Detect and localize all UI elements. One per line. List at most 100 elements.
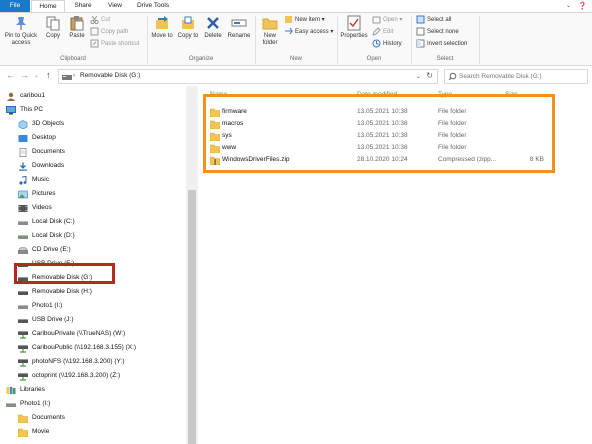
collapse-ribbon-icon[interactable]: ⌄ <box>566 2 571 9</box>
tab-drive-tools[interactable]: Drive Tools <box>131 0 175 12</box>
address-row: ← → ⌄ ↑ › Removable Disk (G:) ⌄ ↻ <box>0 66 592 86</box>
nav-scrollbar-thumb[interactable] <box>188 190 196 444</box>
ribbon-separator <box>479 16 480 64</box>
pin-to-quick-access-button[interactable]: Pin to Quick access <box>2 15 40 47</box>
easy-access-button[interactable]: Easy access ▾ <box>284 27 333 38</box>
network-drive-icon <box>18 373 28 381</box>
copy-path-icon <box>90 27 99 36</box>
drive-icon <box>18 305 28 309</box>
pin-label: Pin to Quick access <box>4 33 38 46</box>
back-arrow-icon[interactable]: ← <box>6 70 15 80</box>
select-none-icon <box>416 27 425 36</box>
open-button[interactable]: Open ▾ <box>372 15 402 26</box>
invert-selection-icon <box>416 39 425 48</box>
nav-item-label: CaribouPublic (\\192.168.3.155) (X:) <box>32 344 137 351</box>
drive-icon <box>18 221 28 225</box>
move-to-button[interactable]: Move to <box>150 15 174 40</box>
nav-item-label: Desktop <box>32 134 56 141</box>
refresh-icon[interactable]: ↻ <box>426 71 433 80</box>
properties-icon <box>347 15 361 31</box>
new-item-icon <box>285 16 292 23</box>
help-icon[interactable]: ❓ <box>578 2 587 10</box>
ribbon: Pin to Quick access Copy Paste Cut Copy … <box>0 13 592 66</box>
drive-icon <box>18 235 28 239</box>
rename-label: Rename <box>227 33 251 39</box>
nav-item-label: CD Drive (E:) <box>32 246 71 253</box>
computer-icon <box>6 106 16 115</box>
nav-item-label: Photo1 (I:) <box>20 400 51 407</box>
paste-button[interactable]: Paste <box>66 15 88 40</box>
invert-selection-button[interactable]: Invert selection <box>416 39 467 50</box>
open-icon <box>372 16 381 24</box>
clipboard-group-label: Clipboard <box>60 56 86 62</box>
copy-button[interactable]: Copy <box>42 15 64 40</box>
edit-button[interactable]: Edit <box>372 27 393 38</box>
open-label: Open <box>383 17 398 24</box>
properties-button[interactable]: Properties <box>339 15 369 40</box>
desktop-icon <box>18 135 28 142</box>
nav-item-label: This PC <box>20 106 44 113</box>
copy-path-label: Copy path <box>101 29 129 36</box>
forward-arrow-icon[interactable]: → <box>20 70 29 80</box>
delete-button[interactable]: Delete <box>202 15 224 40</box>
nav-item-label: Local Disk (D:) <box>32 232 75 239</box>
recent-locations-icon[interactable]: ⌄ <box>34 72 39 79</box>
edit-icon <box>372 27 381 36</box>
invert-selection-label: Invert selection <box>427 41 468 48</box>
nav-item-label: Pictures <box>32 190 56 197</box>
history-icon <box>372 39 381 48</box>
copy-path-button[interactable]: Copy path <box>90 27 128 38</box>
copy-to-label: Copy to <box>177 33 199 39</box>
folder-icon <box>18 428 28 437</box>
nav-item-label: CaribouPrivate (\\TrueNAS) (W:) <box>32 330 126 337</box>
paste-icon <box>70 16 84 31</box>
music-icon <box>19 176 27 185</box>
network-drive-icon <box>18 331 28 339</box>
drive-icon <box>6 403 16 407</box>
select-all-button[interactable]: Select all <box>416 15 451 26</box>
nav-item-label: Local Disk (C:) <box>32 218 75 225</box>
history-button[interactable]: History <box>372 39 402 50</box>
paste-shortcut-button[interactable]: Paste shortcut <box>90 39 139 50</box>
user-icon <box>7 92 15 101</box>
new-folder-button[interactable]: New folder <box>258 15 282 47</box>
drive-icon <box>62 73 72 83</box>
new-item-button[interactable]: New item ▾ <box>284 15 325 26</box>
nav-item-label: 3D Objects <box>32 120 65 127</box>
rename-button[interactable]: Rename <box>226 15 252 40</box>
tab-home[interactable]: Home <box>31 0 65 12</box>
cut-button[interactable]: Cut <box>90 15 110 26</box>
delete-label: Delete <box>204 33 222 39</box>
copy-to-button[interactable]: Copy to <box>176 15 200 40</box>
search-input[interactable] <box>459 71 585 82</box>
search-box[interactable] <box>444 69 588 84</box>
tab-file[interactable]: File <box>0 0 30 12</box>
nav-item-label: Videos <box>32 204 52 211</box>
history-label: History <box>383 41 402 48</box>
delete-icon <box>207 17 219 29</box>
breadcrumb-chevron-icon[interactable]: › <box>73 72 75 79</box>
3d-objects-icon <box>18 120 28 129</box>
ribbon-tab-bar: File Home Share View Drive Tools ⌄ ❓ <box>0 0 592 12</box>
nav-item-label: USB Drive (J:) <box>32 316 74 323</box>
tab-view[interactable]: View <box>100 0 130 12</box>
paste-shortcut-icon <box>90 39 99 48</box>
edit-label: Edit <box>383 29 394 36</box>
copy-icon <box>46 16 60 31</box>
documents-icon <box>19 148 27 157</box>
address-bar[interactable]: › Removable Disk (G:) ⌄ ↻ <box>58 69 438 84</box>
usb-drive-icon <box>18 319 28 323</box>
tab-share[interactable]: Share <box>66 0 100 12</box>
new-folder-icon <box>262 18 278 30</box>
select-none-button[interactable]: Select none <box>416 27 459 38</box>
file-list-scrollbar[interactable] <box>580 86 592 444</box>
paste-shortcut-label: Paste shortcut <box>101 41 140 48</box>
address-dropdown-icon[interactable]: ⌄ <box>416 73 421 80</box>
open-group-label: Open <box>366 56 382 62</box>
highlight-box-drive <box>14 263 115 284</box>
breadcrumb[interactable]: Removable Disk (G:) <box>80 72 140 79</box>
new-group-label: New <box>289 56 302 62</box>
up-arrow-icon[interactable]: ↑ <box>46 70 51 80</box>
search-icon <box>448 72 457 83</box>
libraries-icon <box>6 387 16 394</box>
